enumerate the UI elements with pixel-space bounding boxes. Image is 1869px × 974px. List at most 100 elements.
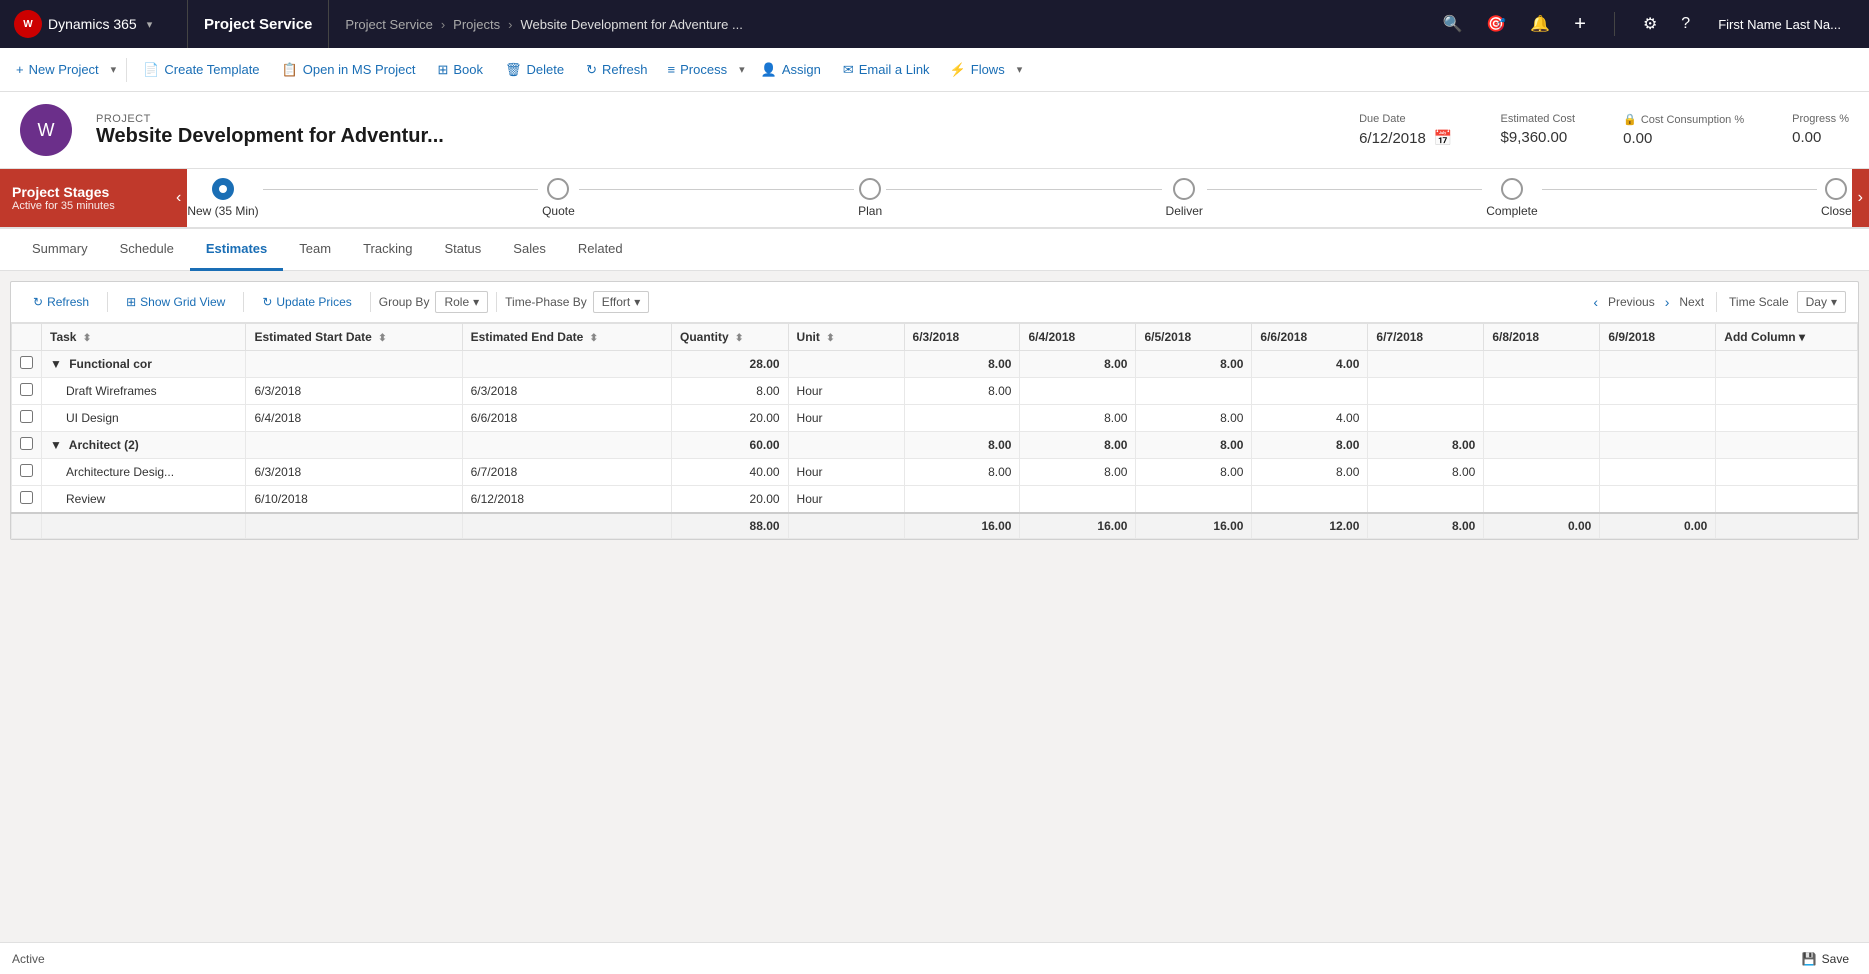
book-button[interactable]: ⊞ Book	[427, 56, 493, 84]
est-sep-3	[370, 292, 371, 312]
save-icon: 💾	[1802, 952, 1817, 966]
col-header-start[interactable]: Estimated Start Date ⬍	[246, 324, 462, 351]
col-header-end[interactable]: Estimated End Date ⬍	[462, 324, 671, 351]
row-checkbox-input-1[interactable]	[20, 383, 33, 396]
tab-summary[interactable]: Summary	[16, 229, 104, 271]
create-template-button[interactable]: 📄 Create Template	[133, 56, 269, 84]
flows-button[interactable]: ⚡ Flows	[942, 56, 1013, 84]
user-menu-button[interactable]: First Name Last Na...	[1710, 13, 1849, 36]
calendar-icon[interactable]: 📅	[1434, 129, 1453, 147]
breadcrumb-item-1[interactable]: Project Service	[345, 17, 432, 32]
row-checkbox-input-3[interactable]	[20, 464, 33, 477]
col-header-task[interactable]: Task ⬍	[42, 324, 246, 351]
help-button[interactable]: ?	[1677, 11, 1694, 37]
show-grid-view-button[interactable]: ⊞ Show Grid View	[116, 290, 235, 314]
update-prices-button[interactable]: ↻ Update Prices	[252, 290, 361, 314]
row-date-4-4	[1368, 486, 1484, 514]
assign-icon: 👤	[761, 62, 777, 78]
due-date-label: Due Date	[1359, 113, 1452, 125]
brand-section[interactable]: W Dynamics 365 ▾	[8, 0, 188, 48]
breadcrumb-item-2[interactable]: Projects	[453, 17, 500, 32]
group-row-architect: ▼ Architect (2) 60.00 8.00 8.00 8.00 8.0…	[12, 432, 1858, 459]
footer-checkbox	[12, 513, 42, 539]
flows-dropdown[interactable]: ▾	[1013, 57, 1027, 82]
group-toggle-architect[interactable]: ▼	[50, 438, 62, 452]
group-toggle-functional[interactable]: ▼	[50, 357, 62, 371]
row-end-4: 6/12/2018	[462, 486, 671, 514]
stage-step-quote[interactable]: Quote	[542, 178, 575, 218]
group-checkbox-functional[interactable]	[12, 351, 42, 378]
time-phase-select[interactable]: Effort ▾	[593, 291, 650, 313]
group-date-2-architect: 8.00	[1136, 432, 1252, 459]
tab-team[interactable]: Team	[283, 229, 347, 271]
open-ms-project-button[interactable]: 📋 Open in MS Project	[272, 56, 426, 84]
tab-sales[interactable]: Sales	[497, 229, 562, 271]
assign-button[interactable]: 👤 Assign	[751, 56, 831, 84]
new-project-dropdown[interactable]: ▾	[107, 57, 121, 82]
row-date-0-1: 8.00	[904, 378, 1020, 405]
tab-status[interactable]: Status	[428, 229, 497, 271]
delete-icon: 🗑	[505, 62, 522, 78]
tab-tracking[interactable]: Tracking	[347, 229, 428, 271]
stage-step-deliver[interactable]: Deliver	[1166, 178, 1203, 218]
footer-date-5: 0.00	[1484, 513, 1600, 539]
row-checkbox-1[interactable]	[12, 378, 42, 405]
stage-label-section: Project Stages Active for 35 minutes	[0, 169, 170, 227]
previous-button[interactable]: ‹	[1589, 292, 1602, 312]
stage-left-arrow-button[interactable]: ‹	[170, 169, 187, 227]
group-end-functional	[462, 351, 671, 378]
group-date-4-functional	[1368, 351, 1484, 378]
search-button[interactable]: 🔍	[1438, 10, 1466, 38]
estimates-refresh-button[interactable]: ↻ Refresh	[23, 290, 99, 314]
project-fields: Due Date 6/12/2018 📅 Estimated Cost $9,3…	[1359, 113, 1849, 147]
group-by-select[interactable]: Role ▾	[435, 291, 488, 313]
process-dropdown[interactable]: ▾	[735, 57, 749, 82]
delete-button[interactable]: 🗑 Delete	[495, 56, 574, 84]
row-checkbox-input-4[interactable]	[20, 491, 33, 504]
time-scale-select[interactable]: Day ▾	[1797, 291, 1846, 313]
stage-step-plan-label: Plan	[858, 204, 882, 218]
row-date-6-4	[1600, 486, 1716, 514]
row-date-1-2: 8.00	[1020, 405, 1136, 432]
est-sep-5	[1716, 292, 1717, 312]
group-checkbox-input-2[interactable]	[20, 437, 33, 450]
new-project-icon: +	[16, 62, 24, 77]
tab-related[interactable]: Related	[562, 229, 639, 271]
process-split: ≡ Process ▾	[660, 56, 749, 83]
progress-value: 0.00	[1792, 129, 1849, 146]
refresh-button[interactable]: ↻ Refresh	[576, 56, 657, 84]
group-checkbox-input[interactable]	[20, 356, 33, 369]
plus-button[interactable]: +	[1570, 9, 1590, 40]
save-button[interactable]: 💾 Save	[1794, 948, 1857, 970]
tab-estimates[interactable]: Estimates	[190, 229, 283, 271]
stage-step-new[interactable]: New (35 Min)	[187, 178, 258, 218]
next-button[interactable]: ›	[1661, 292, 1674, 312]
col-header-quantity[interactable]: Quantity ⬍	[672, 324, 789, 351]
project-avatar: W	[20, 104, 72, 156]
stage-step-close[interactable]: Close	[1821, 178, 1852, 218]
row-checkbox-4[interactable]	[12, 486, 42, 514]
stage-step-plan[interactable]: Plan	[858, 178, 882, 218]
row-unit-1: Hour	[788, 378, 904, 405]
flows-icon: ⚡	[950, 62, 966, 78]
target-icon-button[interactable]: 🎯	[1482, 10, 1510, 38]
settings-button[interactable]: ⚙	[1639, 10, 1661, 38]
row-checkbox-input-2[interactable]	[20, 410, 33, 423]
group-checkbox-architect[interactable]	[12, 432, 42, 459]
bell-icon-button[interactable]: 🔔	[1526, 10, 1554, 38]
due-date-text: 6/12/2018	[1359, 130, 1426, 147]
stage-right-arrow-button[interactable]: ›	[1852, 169, 1869, 227]
group-date-4-architect: 8.00	[1368, 432, 1484, 459]
row-checkbox-3[interactable]	[12, 459, 42, 486]
add-column-button[interactable]: Add Column ▾	[1716, 324, 1858, 351]
new-project-button[interactable]: + New Project	[8, 56, 107, 83]
process-button[interactable]: ≡ Process	[660, 56, 736, 83]
stage-step-quote-label: Quote	[542, 204, 575, 218]
email-link-button[interactable]: ✉ Email a Link	[833, 56, 940, 84]
stage-step-complete[interactable]: Complete	[1486, 178, 1537, 218]
flows-split: ⚡ Flows ▾	[942, 56, 1027, 84]
stage-line-1	[263, 189, 538, 190]
col-header-unit[interactable]: Unit ⬍	[788, 324, 904, 351]
row-checkbox-2[interactable]	[12, 405, 42, 432]
tab-schedule[interactable]: Schedule	[104, 229, 190, 271]
